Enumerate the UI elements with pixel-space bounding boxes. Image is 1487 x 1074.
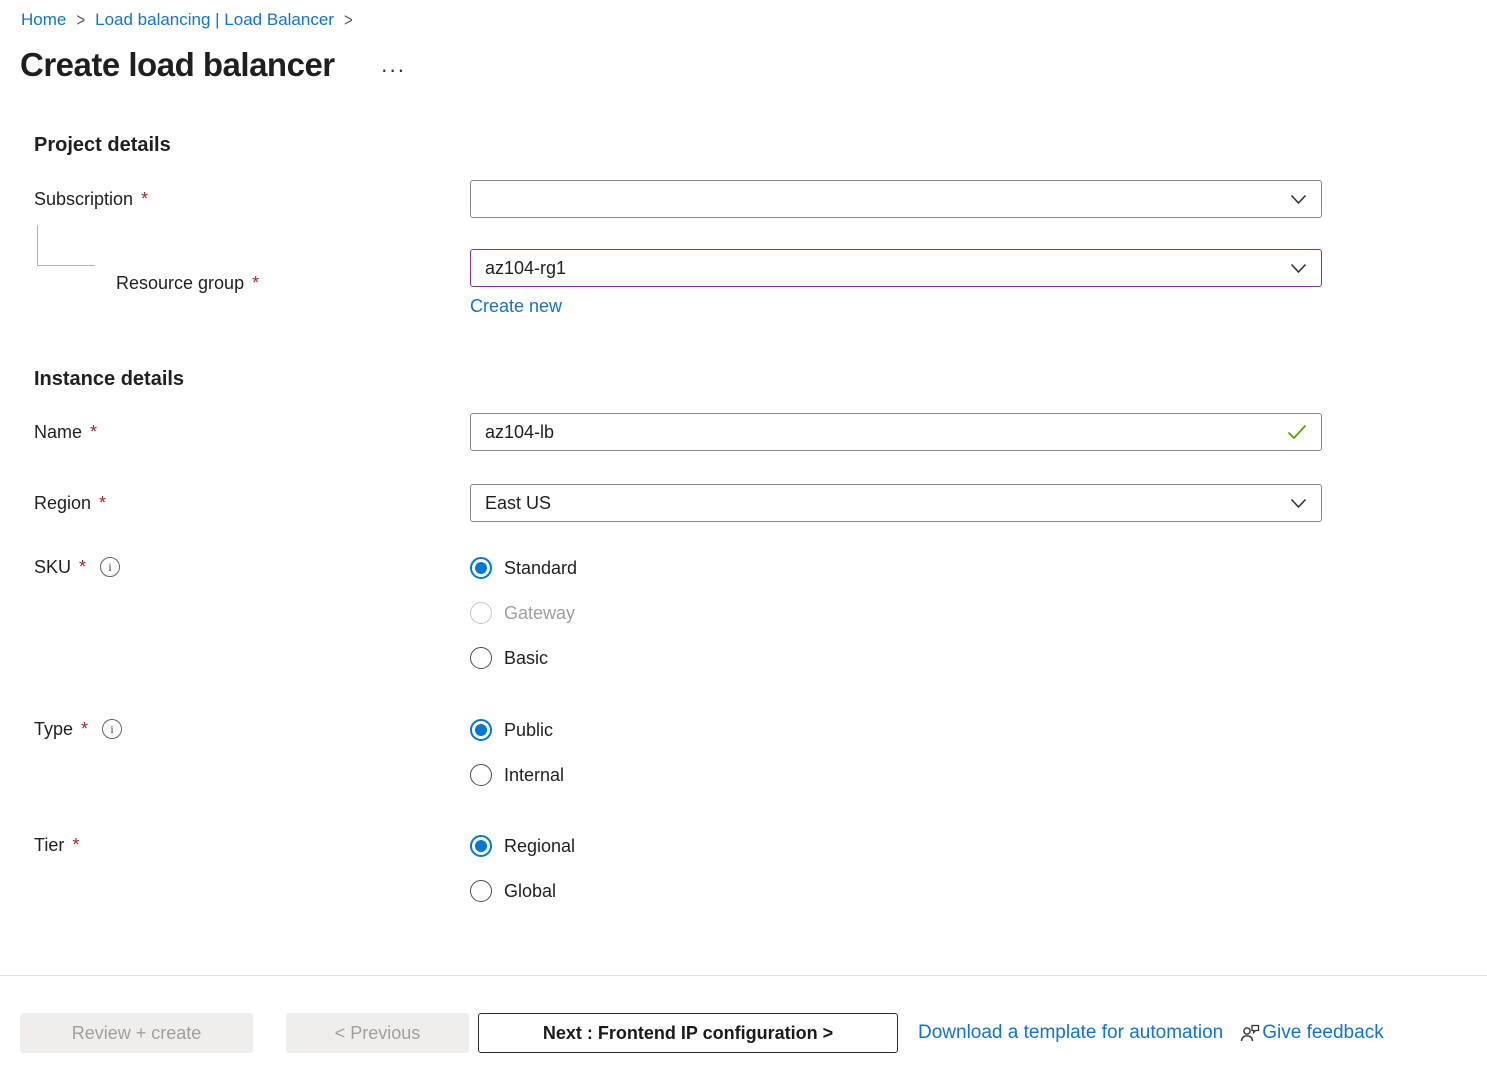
breadcrumb: Home > Load balancing | Load Balancer > [0, 0, 1487, 30]
page-title: Create load balancer [20, 46, 335, 84]
more-options-icon[interactable]: ··· [381, 55, 406, 75]
next-frontend-ip-button[interactable]: Next : Frontend IP configuration > [478, 1013, 898, 1053]
required-asterisk: * [89, 422, 97, 443]
sku-option-standard[interactable]: Standard [470, 554, 1322, 582]
required-asterisk: * [98, 493, 106, 514]
resource-group-dropdown[interactable]: az104-rg1 [470, 249, 1322, 287]
tier-option-regional[interactable]: Regional [470, 832, 1322, 860]
radio-label: Gateway [504, 603, 575, 624]
radio-unselected-icon [470, 764, 492, 786]
child-field-connector [37, 225, 95, 266]
type-option-internal[interactable]: Internal [470, 761, 1322, 789]
resource-group-label: Resource group [116, 273, 244, 294]
feedback-person-icon [1239, 1022, 1261, 1044]
subscription-row: Subscription * [34, 180, 1322, 218]
tier-option-global[interactable]: Global [470, 877, 1322, 905]
radio-label: Global [504, 881, 556, 902]
info-icon[interactable] [100, 557, 120, 577]
sku-option-basic[interactable]: Basic [470, 644, 1322, 672]
radio-selected-icon [470, 835, 492, 857]
project-details-heading: Project details [34, 134, 1322, 157]
sku-option-gateway: Gateway [470, 599, 1322, 627]
download-template-link[interactable]: Download a template for automation [918, 1022, 1223, 1044]
resource-group-value: az104-rg1 [485, 258, 566, 279]
chevron-down-icon [1290, 263, 1307, 274]
radio-label: Public [504, 720, 553, 741]
required-asterisk: * [78, 557, 86, 578]
footer-divider [0, 975, 1487, 976]
region-label: Region [34, 493, 91, 514]
info-icon[interactable] [102, 719, 122, 739]
region-row: Region * East US [34, 484, 1322, 522]
breadcrumb-load-balancing-link[interactable]: Load balancing | Load Balancer [95, 10, 334, 30]
radio-label: Internal [504, 765, 564, 786]
required-asterisk: * [80, 719, 88, 740]
required-asterisk: * [251, 273, 259, 294]
required-asterisk: * [140, 189, 148, 210]
radio-selected-icon [470, 557, 492, 579]
name-input-wrapper [470, 413, 1322, 451]
name-input[interactable] [485, 422, 1279, 443]
chevron-down-icon [1290, 194, 1307, 205]
subscription-dropdown[interactable] [470, 180, 1322, 218]
type-row: Type * Public Internal [34, 716, 1322, 789]
chevron-down-icon [1290, 498, 1307, 509]
previous-button[interactable]: < Previous [286, 1013, 469, 1053]
valid-check-icon [1287, 424, 1307, 440]
region-value: East US [485, 493, 551, 514]
create-new-link[interactable]: Create new [470, 296, 562, 316]
required-asterisk: * [71, 835, 79, 856]
chevron-right-icon: > [76, 9, 85, 30]
radio-label: Standard [504, 558, 577, 579]
radio-label: Basic [504, 648, 548, 669]
radio-label: Regional [504, 836, 575, 857]
give-feedback-link[interactable]: Give feedback [1239, 1022, 1383, 1044]
tier-row: Tier * Regional Global [34, 832, 1322, 905]
tier-label: Tier [34, 835, 64, 856]
radio-selected-icon [470, 719, 492, 741]
region-dropdown[interactable]: East US [470, 484, 1322, 522]
footer-action-bar: Review + create < Previous Next : Fronte… [0, 1013, 1487, 1053]
resource-group-row: Resource group * az104-rg1 Create new [34, 249, 1322, 317]
radio-unselected-icon [470, 647, 492, 669]
instance-details-heading: Instance details [34, 368, 1322, 391]
name-label: Name [34, 422, 82, 443]
name-row: Name * [34, 413, 1322, 451]
type-label: Type [34, 719, 73, 740]
review-create-button[interactable]: Review + create [20, 1013, 253, 1053]
give-feedback-label: Give feedback [1262, 1022, 1383, 1044]
radio-unselected-icon [470, 880, 492, 902]
type-option-public[interactable]: Public [470, 716, 1322, 744]
radio-disabled-icon [470, 602, 492, 624]
breadcrumb-home-link[interactable]: Home [21, 10, 66, 30]
subscription-label: Subscription [34, 189, 133, 210]
sku-row: SKU * Standard Gateway Basic [34, 554, 1322, 672]
sku-label: SKU [34, 557, 71, 578]
chevron-right-icon: > [344, 9, 353, 30]
